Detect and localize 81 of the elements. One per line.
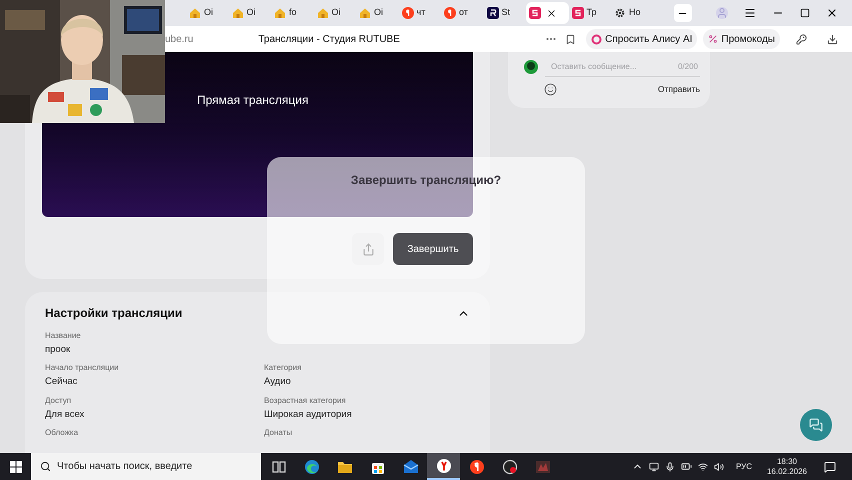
windows-icon[interactable] xyxy=(10,460,22,472)
taskbar-app[interactable] xyxy=(427,453,460,480)
game-icon xyxy=(534,458,550,474)
house-icon xyxy=(189,7,201,19)
percent-icon xyxy=(708,34,718,44)
emoji-icon[interactable] xyxy=(544,83,557,96)
menu-icon[interactable] xyxy=(744,7,756,19)
language-indicator[interactable]: РУС xyxy=(736,460,752,472)
monitor-icon[interactable] xyxy=(648,462,659,472)
field-label: Обложка xyxy=(45,426,80,439)
house-icon xyxy=(316,7,328,19)
browser-tab[interactable]: Тр xyxy=(568,2,611,24)
browser-tab[interactable]: чт xyxy=(398,2,441,24)
send-button[interactable]: Отправить xyxy=(658,83,700,96)
search-icon xyxy=(40,461,51,472)
browser-tab[interactable]: St xyxy=(484,2,526,24)
page-title: Трансляции - Студия RUTUBE xyxy=(258,32,400,46)
browser-tab[interactable]: fo xyxy=(271,2,314,24)
clock-time: 18:30 xyxy=(776,456,798,466)
alice-button[interactable]: Спросить Алису AI xyxy=(586,29,698,49)
chat-icon xyxy=(809,418,823,432)
field-value: Сейчас xyxy=(45,375,78,390)
yandex-browser-icon xyxy=(436,458,452,474)
clock-date: 16.02.2026 xyxy=(766,466,808,476)
wifi-icon[interactable] xyxy=(698,462,708,472)
volume-icon[interactable] xyxy=(714,462,724,472)
clock[interactable]: 18:30 16.02.2026 xyxy=(764,456,810,476)
mail-icon xyxy=(402,458,418,474)
search-field[interactable]: Чтобы начать поиск, введите xyxy=(31,453,261,480)
download-icon[interactable] xyxy=(827,34,838,44)
search-placeholder: Чтобы начать поиск, введите xyxy=(57,460,192,474)
promo-button[interactable]: Промокоды xyxy=(703,29,780,49)
yandex-icon xyxy=(468,458,484,474)
bookmark-icon[interactable] xyxy=(565,34,576,44)
field-label: Название xyxy=(45,330,82,342)
house-icon xyxy=(232,7,244,19)
key-icon[interactable] xyxy=(796,34,807,44)
field-label: Категория xyxy=(264,362,302,374)
house-icon xyxy=(359,7,371,19)
close-icon[interactable] xyxy=(826,7,838,19)
yandex-icon xyxy=(444,7,456,19)
message-placeholder: Оставить сообщение... xyxy=(551,60,637,72)
settings-title: Настройки трансляции xyxy=(45,305,182,322)
end-stream-button[interactable]: Завершить xyxy=(393,233,473,265)
yandex-icon xyxy=(402,7,414,19)
browser-tab[interactable]: Oi xyxy=(356,2,398,24)
microphone-icon[interactable] xyxy=(664,462,675,472)
browser-tab[interactable]: от xyxy=(441,2,484,24)
ring-icon xyxy=(591,34,602,44)
help-chat-button[interactable] xyxy=(800,409,832,441)
browser-tab[interactable]: Но xyxy=(611,2,654,24)
rutube-icon xyxy=(486,7,498,19)
character-counter: 0/200 xyxy=(678,60,698,72)
field-label: Доступ xyxy=(45,394,72,406)
field-value: Широкая аудитория xyxy=(264,408,353,422)
notifications-icon[interactable] xyxy=(824,460,836,472)
studio-icon xyxy=(572,7,584,19)
field-value: Для всех xyxy=(45,408,86,422)
edge-icon xyxy=(304,458,320,474)
browser-tab[interactable]: Oi xyxy=(186,2,228,24)
field-value: проок xyxy=(45,343,72,357)
maximize-icon[interactable] xyxy=(800,8,810,18)
browser-tab[interactable] xyxy=(526,2,568,24)
record-icon xyxy=(502,458,518,474)
battery-icon[interactable] xyxy=(680,461,692,472)
studio-icon xyxy=(529,7,541,19)
field-label: Донаты xyxy=(264,426,294,439)
field-label: Возрастная категория xyxy=(264,394,347,406)
avatar-icon xyxy=(524,60,538,74)
new-tab-button[interactable] xyxy=(674,4,692,22)
gear-icon xyxy=(614,7,626,19)
browser-tab[interactable]: Oi xyxy=(314,2,356,24)
browser-tab[interactable]: Oi xyxy=(228,2,271,24)
close-icon[interactable] xyxy=(546,8,557,18)
house-icon xyxy=(274,7,286,19)
field-label: Начало трансляции xyxy=(45,362,120,374)
share-icon xyxy=(362,242,374,256)
task-view-icon xyxy=(270,458,286,474)
url-text[interactable]: ube.ru xyxy=(165,32,194,46)
field-value: Аудио xyxy=(264,375,292,390)
preview-title: Прямая трансляция xyxy=(197,93,308,107)
